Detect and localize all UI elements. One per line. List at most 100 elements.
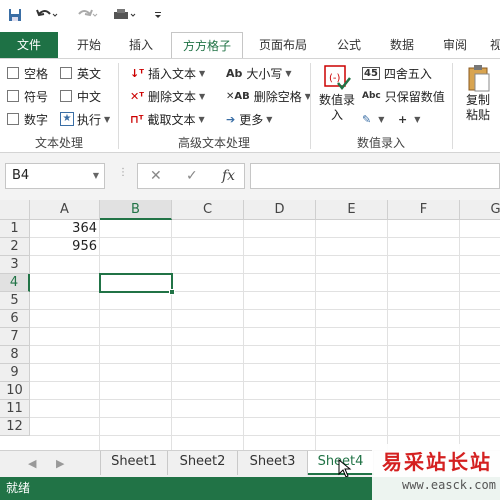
- row-gridline: [30, 345, 500, 346]
- row-gridline: [30, 255, 500, 256]
- row-header-1[interactable]: 1: [0, 220, 30, 238]
- sheet-tab-2[interactable]: Sheet2: [168, 451, 238, 475]
- case-button[interactable]: Ab 大小写 ▼: [226, 64, 292, 82]
- tab-data[interactable]: 数据: [383, 32, 421, 58]
- edit-dropdown-button[interactable]: ✎ ▼: [362, 110, 384, 128]
- tab-home[interactable]: 开始: [70, 32, 108, 58]
- value-entry-label: 数值录入: [318, 93, 355, 122]
- next-sheet-icon[interactable]: ▶: [56, 457, 64, 470]
- checkbox-symbol-label: 符号: [24, 89, 49, 104]
- column-header-e[interactable]: E: [316, 200, 388, 220]
- delete-spaces-label: 删除空格: [253, 89, 302, 104]
- print-icon[interactable]: [110, 6, 138, 24]
- row-header-11[interactable]: 11: [0, 400, 30, 418]
- round-button[interactable]: 45 四舍五入: [362, 64, 432, 82]
- checkbox-english-label: 英文: [77, 66, 102, 81]
- column-header-g[interactable]: G: [460, 200, 500, 220]
- cell-a1[interactable]: 364: [30, 220, 100, 238]
- checkbox-chinese-label: 中文: [77, 89, 102, 104]
- tab-review[interactable]: 审阅: [436, 32, 474, 58]
- star-icon: ★: [60, 112, 74, 126]
- customize-icon[interactable]: [150, 6, 166, 24]
- ribbon-tabs: 文件 开始 插入 方方格子 页面布局 公式 数据 审阅 视: [0, 32, 500, 59]
- checkbox-space[interactable]: 空格: [7, 65, 48, 81]
- tab-view[interactable]: 视: [486, 32, 500, 58]
- arrow-right-icon: ➔: [226, 112, 236, 126]
- row-gridline: [30, 237, 500, 238]
- value-entry-button[interactable]: (-) 数值录入: [316, 63, 358, 123]
- formula-input[interactable]: [250, 163, 500, 189]
- copy-paste-button[interactable]: 复制粘贴: [456, 63, 500, 123]
- row-header-10[interactable]: 10: [0, 382, 30, 400]
- checkbox-number[interactable]: 数字: [7, 111, 48, 127]
- keep-value-button[interactable]: Abc 只保留数值: [362, 87, 445, 105]
- sheet-tab-3[interactable]: Sheet3: [238, 451, 308, 475]
- insert-function-button[interactable]: fx: [222, 168, 235, 184]
- column-header-a[interactable]: A: [30, 200, 100, 220]
- group-label-advanced: 高级文本处理: [177, 136, 250, 150]
- more-label: 更多: [239, 112, 264, 127]
- row-header-12[interactable]: 12: [0, 418, 30, 436]
- tab-fangfang[interactable]: 方方格子: [171, 32, 243, 59]
- value-entry-icon: (-): [324, 65, 351, 91]
- cancel-icon[interactable]: ✕: [150, 168, 162, 184]
- checkbox-english[interactable]: 英文: [60, 65, 101, 81]
- status-text: 就绪: [6, 481, 31, 495]
- row-header-8[interactable]: 8: [0, 346, 30, 364]
- chevron-down-icon: ▼: [92, 171, 99, 180]
- checkbox-symbol[interactable]: 符号: [7, 88, 48, 104]
- name-box[interactable]: B4 ▼: [5, 163, 105, 189]
- delete-spaces-button[interactable]: ✕AB 删除空格 ▼: [226, 87, 311, 105]
- row-header-6[interactable]: 6: [0, 310, 30, 328]
- row-header-3[interactable]: 3: [0, 256, 30, 274]
- case-label: 大小写: [246, 66, 283, 81]
- column-header-f[interactable]: F: [388, 200, 460, 220]
- ribbon-panel: 空格 英文 符号 中文 数字 ★ 执行 ▼ 文本处理 ↓ᵀ 插入文本 ▼ ✕ᵀ 删除文本…: [0, 58, 500, 153]
- delete-text-icon: ✕ᵀ: [130, 89, 144, 103]
- row-header-5[interactable]: 5: [0, 292, 30, 310]
- save-icon[interactable]: [6, 6, 24, 24]
- extract-text-button[interactable]: ⊓ᵀ 截取文本 ▼: [130, 110, 205, 128]
- round-icon: 45: [362, 66, 380, 80]
- redo-icon[interactable]: [74, 6, 100, 24]
- checkbox-chinese[interactable]: 中文: [60, 88, 101, 104]
- row-header-7[interactable]: 7: [0, 328, 30, 346]
- column-header-b[interactable]: B: [100, 200, 172, 220]
- group-separator: [452, 63, 453, 149]
- tab-formulas[interactable]: 公式: [330, 32, 368, 58]
- drag-handle-icon[interactable]: ⋮: [118, 167, 128, 178]
- insert-text-button[interactable]: ↓ᵀ 插入文本 ▼: [130, 64, 205, 82]
- select-all-corner[interactable]: [0, 200, 30, 220]
- row-header-9[interactable]: 9: [0, 364, 30, 382]
- mouse-cursor-icon: [338, 459, 352, 478]
- column-header-d[interactable]: D: [244, 200, 316, 220]
- more-button[interactable]: ➔ 更多 ▼: [226, 110, 272, 128]
- sheet-tab-1[interactable]: Sheet1: [100, 451, 168, 475]
- enter-icon[interactable]: ✓: [186, 168, 198, 184]
- add-dropdown-button[interactable]: + ▼: [398, 110, 420, 128]
- checkbox-space-label: 空格: [24, 66, 49, 81]
- delete-text-button[interactable]: ✕ᵀ 删除文本 ▼: [130, 87, 205, 105]
- row-gridline: [30, 363, 500, 364]
- undo-icon[interactable]: [34, 6, 60, 24]
- execute-button[interactable]: ★ 执行 ▼: [60, 110, 110, 128]
- watermark: 易采站长站 www.easck.com: [372, 444, 500, 500]
- round-label: 四舍五入: [383, 66, 432, 81]
- prev-sheet-icon[interactable]: ◀: [28, 457, 36, 470]
- tab-file[interactable]: 文件: [0, 32, 58, 58]
- active-cell[interactable]: [99, 273, 175, 295]
- column-header-c[interactable]: C: [172, 200, 244, 220]
- tab-page-layout[interactable]: 页面布局: [254, 32, 312, 58]
- row-header-4[interactable]: 4: [0, 274, 30, 292]
- cell-a2[interactable]: 956: [30, 238, 100, 256]
- chevron-down-icon: ▼: [285, 68, 292, 78]
- tab-insert[interactable]: 插入: [122, 32, 160, 58]
- name-box-value: B4: [12, 168, 30, 183]
- edit-icon: ✎: [362, 112, 372, 126]
- fill-handle[interactable]: [169, 289, 175, 295]
- copy-paste-label: 复制粘贴: [465, 93, 490, 122]
- row-header-2[interactable]: 2: [0, 238, 30, 256]
- insert-text-label: 插入文本: [147, 66, 196, 81]
- execute-label: 执行: [77, 112, 102, 127]
- formula-controls: ✕ ✓ fx: [137, 163, 245, 189]
